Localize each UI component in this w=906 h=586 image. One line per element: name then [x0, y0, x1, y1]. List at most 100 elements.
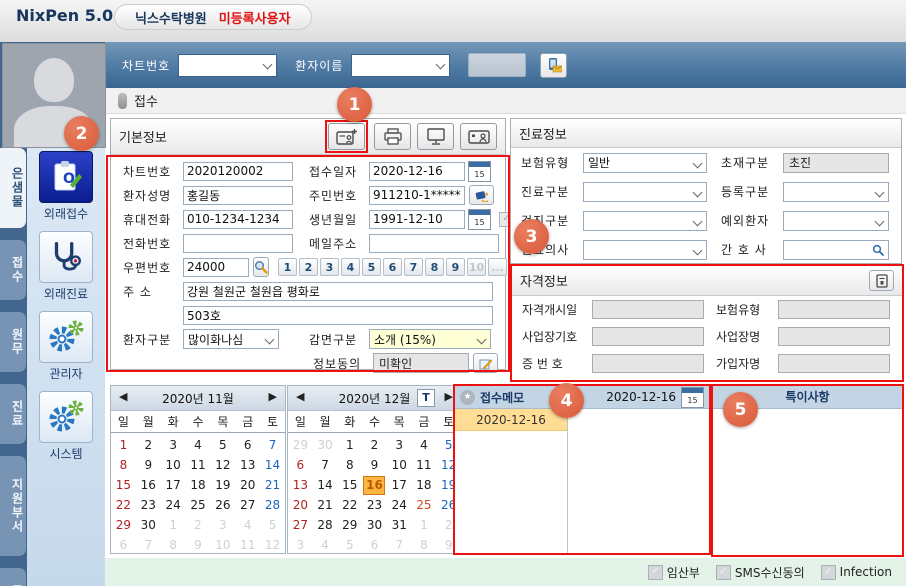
calendar-day[interactable]: 3	[210, 517, 235, 534]
calendar-day[interactable]: 14	[313, 477, 338, 494]
memo-list-item[interactable]: 2020-12-16	[455, 409, 567, 431]
tab-treatment[interactable]: 진료	[0, 384, 26, 444]
calendar-day[interactable]: 10	[210, 537, 235, 554]
calendar-day[interactable]: 29	[111, 517, 136, 534]
next-month-icon[interactable]: ▶	[269, 390, 277, 403]
calendar-day[interactable]: 3	[387, 437, 412, 454]
calendar-day[interactable]: 27	[288, 517, 313, 534]
calendar-day[interactable]: 4	[412, 437, 437, 454]
calendar-day[interactable]: 8	[412, 537, 437, 554]
calendar-day[interactable]: 4	[186, 437, 211, 454]
calendar-day[interactable]: 11	[235, 537, 260, 554]
calendar-day[interactable]: 22	[111, 497, 136, 514]
calendar-day[interactable]: 5	[260, 517, 285, 534]
quick-number-button[interactable]: 9	[446, 258, 465, 276]
prev-month-icon[interactable]: ◀	[296, 390, 304, 403]
nurse-search-field[interactable]	[783, 240, 889, 260]
footer-checkbox[interactable]: ✓SMS수신동의	[716, 564, 805, 581]
calendar-day[interactable]: 21	[260, 477, 285, 494]
calendar-day[interactable]: 29	[288, 437, 313, 454]
calendar-day[interactable]: 30	[313, 437, 338, 454]
calendar-day[interactable]: 13	[288, 477, 313, 494]
calendar-day[interactable]: 27	[235, 497, 260, 514]
new-patient-button[interactable]	[328, 123, 365, 150]
quick-number-button[interactable]: 7	[404, 258, 423, 276]
calendar-day[interactable]: 5	[210, 437, 235, 454]
calendar-day[interactable]: 6	[111, 537, 136, 554]
calendar-day[interactable]: 20	[235, 477, 260, 494]
calendar-day[interactable]: 30	[362, 517, 387, 534]
address-line2-field[interactable]	[183, 306, 493, 325]
sidebar-item-outpatient-reception[interactable]: O 외래접수	[27, 151, 105, 222]
calendar-day[interactable]: 3	[161, 437, 186, 454]
calendar-day[interactable]: 9	[186, 537, 211, 554]
eligibility-check-button[interactable]	[869, 270, 894, 291]
checkup-type-select[interactable]	[583, 211, 707, 231]
calendar-picker-icon[interactable]: 15	[468, 209, 491, 230]
tab-administration[interactable]: 원무	[0, 312, 26, 372]
calendar-day[interactable]: 8	[161, 537, 186, 554]
calendar-day[interactable]: 12	[210, 457, 235, 474]
memo-content-area[interactable]	[568, 409, 709, 553]
calendar-day[interactable]: 16	[136, 477, 161, 494]
calendar-day[interactable]: 6	[362, 537, 387, 554]
tab-eunsaemmul[interactable]: 은샘물	[0, 148, 26, 228]
calendar-day[interactable]: 17	[161, 477, 186, 494]
zip-field[interactable]	[183, 258, 249, 277]
calendar-day[interactable]: 31	[387, 517, 412, 534]
calendar-day[interactable]: 14	[260, 457, 285, 474]
calendar-day[interactable]: 26	[210, 497, 235, 514]
calendar-day[interactable]: 18	[412, 477, 437, 494]
footer-checkbox[interactable]: ✓Infection	[821, 565, 892, 580]
quick-number-button[interactable]: 1	[278, 258, 297, 276]
doctor-select[interactable]	[583, 240, 707, 260]
quick-number-button[interactable]: 6	[383, 258, 402, 276]
calendar-day[interactable]: 22	[337, 497, 362, 514]
calendar-day[interactable]: 7	[313, 457, 338, 474]
calendar-day[interactable]: 2	[362, 437, 387, 454]
disabled-search-button[interactable]	[468, 53, 526, 77]
calendar-day[interactable]: 24	[387, 497, 412, 514]
calendar-day[interactable]: 10	[387, 457, 412, 474]
print-button[interactable]	[374, 123, 411, 150]
discount-select[interactable]: 소개 (15%)	[369, 329, 491, 349]
calendar-day[interactable]: 28	[313, 517, 338, 534]
quick-number-button[interactable]: 8	[425, 258, 444, 276]
monitor-button[interactable]	[417, 123, 454, 150]
exception-patient-select[interactable]	[783, 211, 889, 231]
calendar-day[interactable]: 1	[412, 517, 437, 534]
calendar-day[interactable]: 24	[161, 497, 186, 514]
calendar-day[interactable]: 21	[313, 497, 338, 514]
register-type-select[interactable]	[783, 182, 889, 202]
birth-date-field[interactable]	[369, 210, 465, 229]
calendar-day[interactable]: 7	[260, 437, 285, 454]
patient-type-select[interactable]: 많이화나심	[183, 329, 279, 349]
calendar-day[interactable]: 7	[387, 537, 412, 554]
calendar-day[interactable]: 5	[337, 537, 362, 554]
sms-button[interactable]	[540, 53, 567, 78]
calendar-day[interactable]: 9	[362, 457, 387, 474]
calendar-day[interactable]: 16	[363, 476, 385, 495]
id-card-button[interactable]	[460, 123, 497, 150]
insurance-type-select[interactable]: 일반	[583, 153, 707, 173]
calendar-day[interactable]: 23	[362, 497, 387, 514]
tab-support-dept[interactable]: 지원부서	[0, 456, 26, 556]
phone-field[interactable]	[183, 234, 293, 253]
sidebar-item-outpatient-care[interactable]: 외래진료	[27, 231, 105, 302]
calendar-day[interactable]: 13	[235, 457, 260, 474]
chart-number-select[interactable]	[178, 54, 277, 77]
chart-number-field[interactable]	[183, 162, 293, 181]
calendar-day[interactable]: 17	[387, 477, 412, 494]
calendar-day[interactable]: 28	[260, 497, 285, 514]
calendar-day[interactable]: 25	[412, 497, 437, 514]
calendar-day[interactable]: 8	[337, 457, 362, 474]
quick-number-button[interactable]: 5	[362, 258, 381, 276]
email-field[interactable]	[369, 234, 499, 253]
calendar-day[interactable]: 11	[412, 457, 437, 474]
mobile-field[interactable]	[183, 210, 293, 229]
calendar-day[interactable]: 1	[111, 437, 136, 454]
footer-checkbox[interactable]: ✓임산부	[648, 564, 700, 581]
calendar-day[interactable]: 1	[161, 517, 186, 534]
patient-name-field[interactable]	[183, 186, 293, 205]
care-type-select[interactable]	[583, 182, 707, 202]
